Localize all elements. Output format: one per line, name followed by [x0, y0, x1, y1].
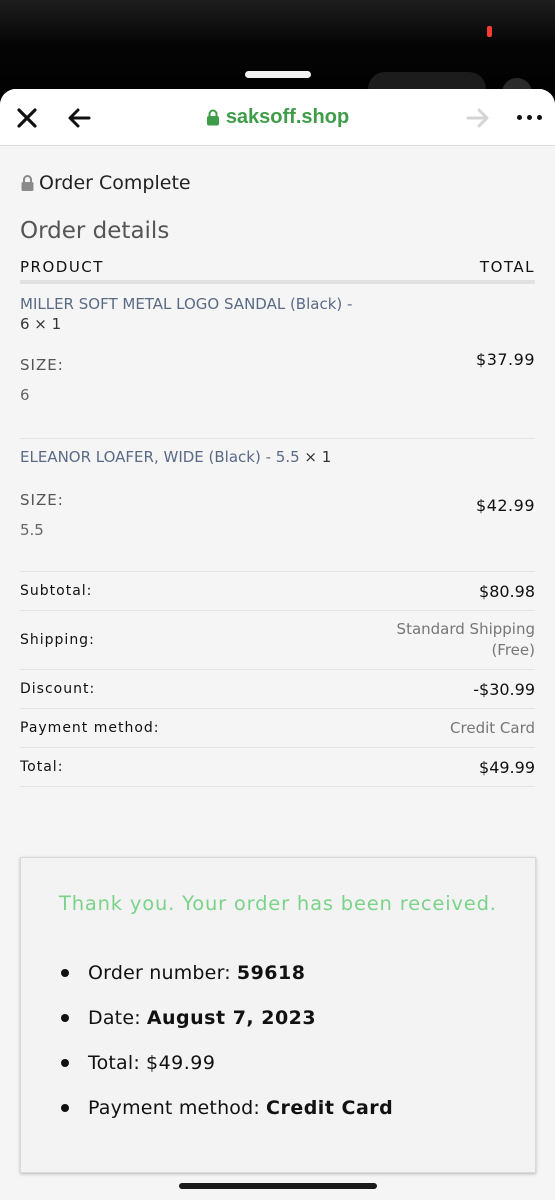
arrow-right-icon[interactable]	[462, 89, 494, 146]
browser-toolbar: saksoff.shop	[0, 89, 555, 146]
bullet-icon	[61, 968, 69, 977]
list-item: Payment method: Credit Card	[59, 1085, 393, 1130]
product-quantity: × 1	[299, 448, 332, 466]
order-details-table: PRODUCT TOTAL MILLER SOFT METAL LOGO SAN…	[20, 254, 535, 787]
more-horizontal-icon[interactable]	[509, 89, 549, 146]
bullet-icon	[61, 1058, 69, 1067]
column-header-total: TOTAL	[479, 258, 535, 276]
line-total: $37.99	[476, 350, 535, 369]
overview-total-label: Total:	[88, 1051, 140, 1074]
subtotal-label: Subtotal:	[20, 583, 93, 599]
discount-label: Discount:	[20, 681, 96, 697]
table-row: MILLER SOFT METAL LOGO SANDAL (Black) -6…	[20, 284, 535, 439]
size-label: SIZE:	[20, 491, 64, 509]
payment-method-value: Credit Card	[450, 718, 535, 737]
shipping-label: Shipping:	[20, 632, 95, 648]
order-number-value: 59618	[236, 961, 306, 984]
order-overview-list: Order number: 59618 Date: August 7, 2023 T…	[59, 950, 393, 1130]
sheet-grabber[interactable]	[245, 71, 311, 78]
overview-payment-label: Payment method:	[88, 1096, 260, 1119]
url-text[interactable]: saksoff.shop	[226, 106, 349, 129]
list-item: Total: $49.99	[59, 1040, 393, 1085]
order-number-label: Order number:	[88, 961, 231, 984]
lock-icon	[206, 109, 220, 126]
total-value: $49.99	[479, 757, 535, 777]
table-row: ELEANOR LOAFER, WIDE (Black) - 5.5 × 1 S…	[20, 439, 535, 572]
order-confirmation-box: Thank you. Your order has been received.…	[20, 857, 536, 1173]
thank-you-message: Thank you. Your order has been received.	[59, 892, 497, 915]
overview-payment-value: Credit Card	[266, 1096, 394, 1119]
page-status: Order Complete	[20, 171, 535, 195]
discount-value: -$30.99	[473, 679, 535, 699]
total-row: Total: $49.99	[20, 748, 535, 787]
size-value: 5.5	[20, 521, 44, 539]
payment-method-label: Payment method:	[20, 720, 160, 736]
date-label: Date:	[88, 1006, 141, 1029]
size-label: SIZE:	[20, 356, 64, 374]
date-value: August 7, 2023	[146, 1006, 317, 1029]
product-name[interactable]: ELEANOR LOAFER, WIDE (Black) - 5.5 × 1	[20, 439, 420, 467]
bullet-icon	[61, 1103, 69, 1112]
lock-icon	[20, 174, 35, 192]
overview-total-value: $49.99	[145, 1051, 216, 1074]
column-header-product: PRODUCT	[20, 258, 104, 276]
page-content: Order Complete Order details PRODUCT TOT…	[0, 171, 555, 787]
subtotal-value: $80.98	[479, 581, 535, 601]
close-icon[interactable]	[10, 89, 44, 146]
total-label: Total:	[20, 759, 64, 775]
list-item: Date: August 7, 2023	[59, 995, 393, 1040]
payment-method-row: Payment method: Credit Card	[20, 709, 535, 748]
recording-indicator	[487, 26, 492, 37]
line-total: $42.99	[476, 496, 535, 515]
table-header: PRODUCT TOTAL	[20, 254, 535, 284]
bullet-icon	[61, 1013, 69, 1022]
page-status-text: Order Complete	[39, 172, 191, 194]
size-value: 6	[20, 386, 30, 404]
list-item: Order number: 59618	[59, 950, 393, 995]
product-name[interactable]: MILLER SOFT METAL LOGO SANDAL (Black) -6…	[20, 284, 370, 334]
page-title: Order details	[20, 218, 170, 244]
product-quantity: 6 × 1	[20, 315, 62, 333]
home-indicator[interactable]	[179, 1183, 377, 1189]
subtotal-row: Subtotal: $80.98	[20, 572, 535, 611]
discount-row: Discount: -$30.99	[20, 670, 535, 709]
shipping-row: Shipping: Standard Shipping (Free)	[20, 611, 535, 670]
arrow-left-icon[interactable]	[62, 89, 96, 146]
shipping-value: Standard Shipping (Free)	[396, 620, 535, 659]
in-app-browser-sheet: saksoff.shop Order Complete Order detail…	[0, 89, 555, 1200]
